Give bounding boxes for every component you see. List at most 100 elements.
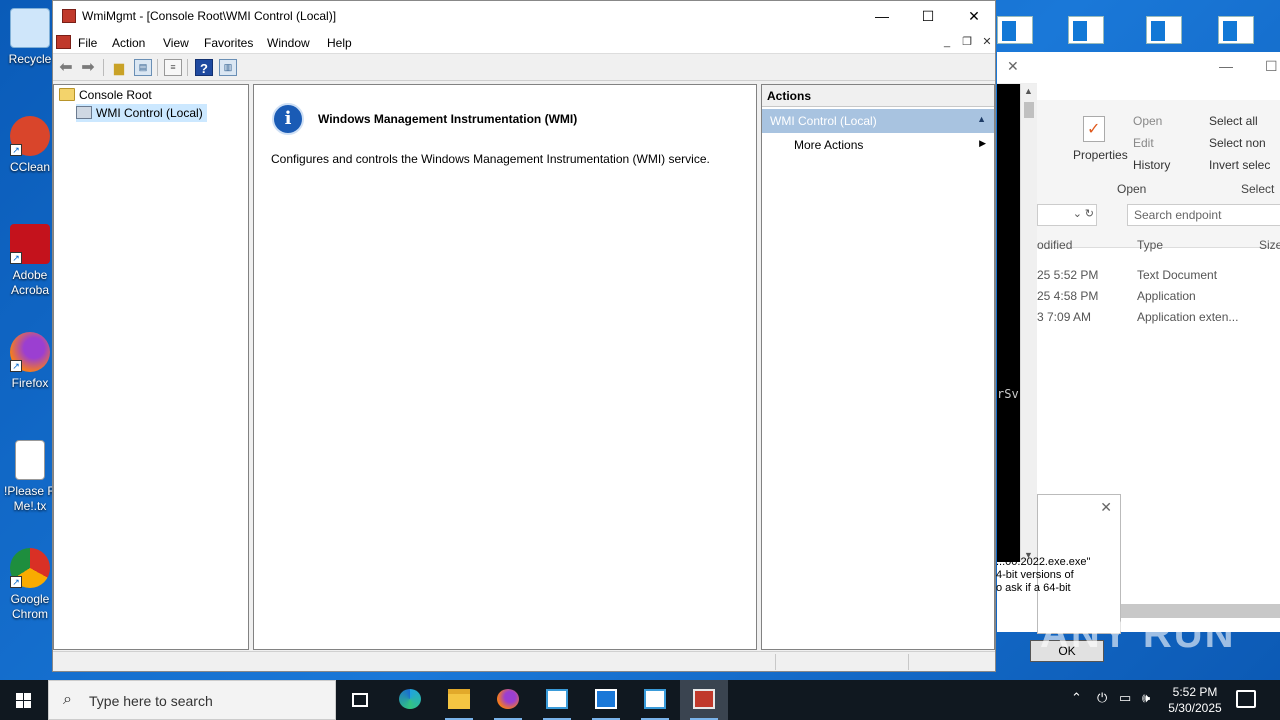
help-icon[interactable]: ? xyxy=(195,59,213,76)
mdi-minimize-button[interactable]: _ xyxy=(939,35,955,51)
recycle-bin-icon[interactable]: Recycle xyxy=(0,8,60,67)
file-explorer-taskbar-icon[interactable] xyxy=(435,680,483,720)
start-button[interactable] xyxy=(0,680,48,720)
column-header-type[interactable]: Type xyxy=(1137,238,1163,252)
menu-window[interactable]: Window xyxy=(267,36,310,50)
console-menu-icon[interactable] xyxy=(56,35,71,49)
actions-section-wmi-control[interactable]: WMI Control (Local) ▲ xyxy=(762,109,994,133)
close-icon[interactable]: ✕ xyxy=(1007,58,1019,75)
more-actions-item[interactable]: More Actions ▶ xyxy=(762,133,994,157)
toolbar: ⬅ ➡ ▆ ▤ ≡ ? ▥ xyxy=(53,54,995,81)
ccleaner-icon: ↗ xyxy=(10,116,50,156)
show-hidden-icons-chevron[interactable]: ⌃ xyxy=(1071,690,1082,706)
volume-icon[interactable]: 🕪 xyxy=(1142,690,1150,706)
status-bar xyxy=(53,651,995,671)
wmi-control-icon xyxy=(76,106,92,119)
tray-device-icon[interactable]: ⏻ xyxy=(1097,690,1107,706)
window-thumbnail-icon[interactable] xyxy=(1064,10,1108,50)
show-hide-console-tree-icon[interactable]: ▤ xyxy=(134,59,152,76)
invert-selection-button[interactable]: Invert selec xyxy=(1209,158,1270,172)
show-hide-action-pane-icon[interactable]: ▥ xyxy=(219,59,237,76)
minimize-icon[interactable]: — xyxy=(1219,58,1233,74)
mmc-app-icon xyxy=(62,9,76,23)
firefox-icon: ↗ xyxy=(10,332,50,372)
back-arrow-icon[interactable]: ⬅ xyxy=(57,59,75,76)
collapse-arrow-icon[interactable]: ▲ xyxy=(977,114,986,124)
menu-help[interactable]: Help xyxy=(327,36,352,50)
window-taskbar-icon[interactable] xyxy=(582,680,630,720)
tree-node-wmi-control[interactable]: WMI Control (Local) xyxy=(76,104,207,122)
notification-center-icon[interactable] xyxy=(1236,690,1256,708)
select-none-button[interactable]: Select non xyxy=(1209,136,1266,150)
adobe-acrobat-icon: ↗ xyxy=(10,224,50,264)
close-button[interactable]: ✕ xyxy=(951,1,997,32)
mdi-close-button[interactable]: ✕ xyxy=(979,35,995,51)
desktop-icon-label: Adobe Acroba xyxy=(10,268,50,297)
up-folder-icon[interactable]: ▆ xyxy=(110,59,128,76)
tree-node-label: WMI Control (Local) xyxy=(96,106,203,120)
row-type: Text Document xyxy=(1137,268,1218,282)
task-view-button[interactable] xyxy=(336,680,384,720)
text-document-icon xyxy=(15,440,45,480)
recycle-bin-icon-image xyxy=(10,8,50,48)
minimize-button[interactable]: — xyxy=(859,1,905,32)
column-header-modified[interactable]: odified xyxy=(1037,238,1072,252)
menu-file[interactable]: File xyxy=(78,36,97,50)
window-taskbar-icon[interactable] xyxy=(533,680,581,720)
menu-bar: File Action View Favorites Window Help _… xyxy=(53,32,995,54)
menu-favorites[interactable]: Favorites xyxy=(204,36,253,50)
dialog-message: ...00.2022.exe.exe" 4-bit versions of o … xyxy=(996,556,1121,595)
window-taskbar-icon[interactable] xyxy=(631,680,679,720)
ribbon-group-open: Open xyxy=(1117,182,1147,196)
network-icon[interactable]: ▭ xyxy=(1119,690,1131,706)
dialog-line: o ask if a 64-bit xyxy=(996,582,1071,594)
properties-button[interactable]: Properties xyxy=(1073,148,1128,162)
history-button[interactable]: History xyxy=(1133,158,1170,172)
window-thumbnail-icon[interactable] xyxy=(1214,10,1258,50)
taskbar-search-box[interactable]: ⌕ Type here to search xyxy=(48,680,336,720)
title-bar[interactable]: WmiMgmt - [Console Root\WMI Control (Loc… xyxy=(53,1,995,32)
address-bar-dropdown[interactable]: ⌄ ↻ xyxy=(1037,204,1097,226)
window-thumbnail-icon[interactable] xyxy=(993,10,1037,50)
text-file-icon[interactable]: !Please R Me!.tx xyxy=(0,440,60,514)
document-icon[interactable] xyxy=(1142,10,1186,50)
maximize-button[interactable]: ☐ xyxy=(905,1,951,32)
actions-header: Actions xyxy=(762,85,994,107)
shortcut-arrow-icon: ↗ xyxy=(10,576,22,588)
desktop-icon-label: Firefox xyxy=(11,376,49,390)
chrome-shortcut[interactable]: ↗ Google Chrom xyxy=(0,548,60,622)
maximize-icon[interactable]: ☐ xyxy=(1265,58,1278,75)
forward-arrow-icon[interactable]: ➡ xyxy=(79,59,97,76)
menu-action[interactable]: Action xyxy=(112,36,145,50)
desktop-icon-label: Recycle xyxy=(8,52,52,66)
firefox-shortcut[interactable]: ↗ Firefox xyxy=(0,332,60,391)
console-tree: Console Root WMI Control (Local) xyxy=(53,84,249,650)
taskbar-clock[interactable]: 5:52 PM 5/30/2025 xyxy=(1160,684,1230,716)
ccleaner-shortcut[interactable]: ↗ CClean xyxy=(0,116,60,175)
export-list-icon[interactable]: ≡ xyxy=(164,59,182,76)
mmc-taskbar-icon[interactable] xyxy=(680,680,728,720)
firefox-taskbar-icon[interactable] xyxy=(484,680,532,720)
console-text: rSv xyxy=(997,387,1019,401)
console-window: rSv xyxy=(997,84,1020,562)
dialog-close-icon[interactable]: ✕ xyxy=(1100,499,1112,516)
search-endpoint-input[interactable]: Search endpoint xyxy=(1127,204,1280,226)
console-scrollbar[interactable]: ▲ ▼ xyxy=(1020,84,1037,562)
edge-taskbar-icon[interactable] xyxy=(386,680,434,720)
menu-view[interactable]: View xyxy=(163,36,189,50)
row-modified: 3 7:09 AM xyxy=(1037,310,1092,324)
mdi-restore-button[interactable]: ❐ xyxy=(959,35,975,51)
folder-icon xyxy=(59,88,75,101)
ribbon-group-select: Select xyxy=(1241,182,1275,196)
open-button[interactable]: Open xyxy=(1133,114,1162,128)
select-all-button[interactable]: Select all xyxy=(1209,114,1258,128)
tree-node-console-root[interactable]: Console Root xyxy=(59,86,152,104)
row-type: Application exten... xyxy=(1137,310,1239,324)
adobe-acrobat-shortcut[interactable]: ↗ Adobe Acroba xyxy=(0,224,60,298)
result-pane: i Windows Management Instrumentation (WM… xyxy=(253,84,757,650)
snapin-description: Configures and controls the Windows Mana… xyxy=(271,152,710,166)
edit-button[interactable]: Edit xyxy=(1133,136,1154,150)
shortcut-arrow-icon: ↗ xyxy=(10,144,22,156)
desktop-icon-label: Google Chrom xyxy=(10,592,50,621)
column-header-size[interactable]: Size xyxy=(1259,238,1280,252)
